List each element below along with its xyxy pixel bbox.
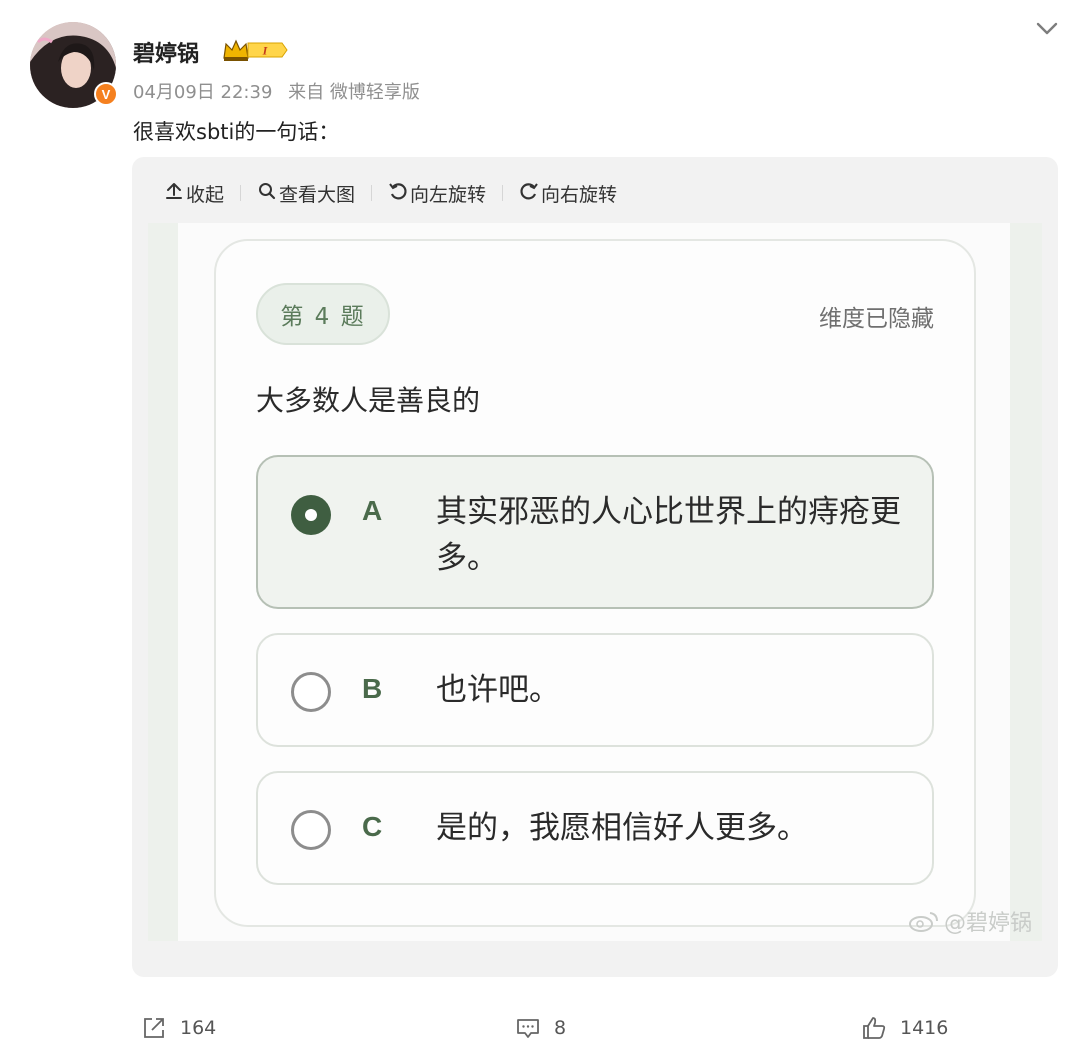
question-card: 第 4 题 维度已隐藏 大多数人是善良的 A 其实邪恶的人心比世界上的痔疮更多。…	[214, 239, 976, 927]
watermark: @碧婷锅	[908, 905, 1032, 937]
comment-count: 8	[554, 1017, 567, 1039]
crown-icon: I	[223, 39, 288, 61]
post-image[interactable]: 第 4 题 维度已隐藏 大多数人是善良的 A 其实邪恶的人心比世界上的痔疮更多。…	[148, 223, 1042, 941]
option-text: 是的，我愿相信好人更多。	[436, 810, 808, 846]
image-viewer: 收起 查看大图 向左旋转 向右旋转 第 4 题 维度已隐藏 大多数人是善良的 A…	[132, 157, 1058, 977]
quiz-screen: 第 4 题 维度已隐藏 大多数人是善良的 A 其实邪恶的人心比世界上的痔疮更多。…	[178, 223, 1010, 941]
post-timestamp[interactable]: 04月09日 22:39	[133, 82, 272, 103]
share-icon	[144, 1018, 164, 1038]
toolbar-divider	[502, 185, 504, 201]
rotate-right-button[interactable]: 向右旋转	[519, 180, 617, 207]
option-a[interactable]: A 其实邪恶的人心比世界上的痔疮更多。	[256, 455, 934, 609]
radio-unselected-icon	[291, 672, 331, 712]
rotate-left-label: 向左旋转	[410, 183, 487, 206]
thumbs-up-icon	[863, 1017, 886, 1039]
username[interactable]: 碧婷锅	[133, 36, 199, 68]
option-letter: C	[362, 811, 383, 842]
toolbar-divider	[371, 185, 373, 201]
option-text: 其实邪恶的人心比世界上的痔疮更多。	[436, 494, 901, 576]
radio-unselected-icon	[291, 810, 331, 850]
upload-arrow-icon	[164, 181, 184, 206]
rotate-left-button[interactable]: 向左旋转	[388, 180, 486, 207]
search-icon	[257, 181, 277, 206]
member-level-badge[interactable]: I	[222, 38, 288, 62]
post-text: 很喜欢sbti的一句话：	[133, 120, 340, 144]
option-c[interactable]: C 是的，我愿相信好人更多。	[256, 771, 934, 885]
option-text: 也许吧。	[436, 672, 560, 708]
question-text: 大多数人是善良的	[256, 384, 481, 417]
toolbar-divider	[240, 185, 242, 201]
avatar[interactable]: V	[30, 22, 118, 108]
collapse-button[interactable]: 收起	[164, 180, 224, 207]
option-letter: B	[362, 673, 383, 704]
comment-button[interactable]: 8	[514, 1014, 566, 1042]
rotate-right-label: 向右旋转	[541, 183, 618, 206]
comment-icon	[517, 1019, 539, 1038]
like-count: 1416	[900, 1017, 949, 1039]
share-count: 164	[180, 1017, 217, 1039]
dimension-hidden-label: 维度已隐藏	[819, 306, 934, 332]
rotate-right-icon	[519, 181, 539, 206]
verified-badge-icon: V	[94, 82, 118, 106]
share-button[interactable]: 164	[140, 1014, 216, 1042]
view-large-label: 查看大图	[279, 183, 356, 206]
rotate-left-icon	[388, 181, 408, 206]
post-meta: 04月09日 22:39 来自 微博轻享版	[133, 78, 430, 104]
chevron-down-icon[interactable]	[1032, 14, 1062, 44]
option-letter: A	[362, 495, 383, 526]
weibo-logo-icon	[908, 912, 938, 932]
radio-selected-icon	[291, 495, 331, 535]
like-button[interactable]: 1416	[860, 1014, 948, 1042]
watermark-text: @碧婷锅	[943, 911, 1032, 936]
option-b[interactable]: B 也许吧。	[256, 633, 934, 747]
question-number-pill: 第 4 题	[256, 283, 390, 345]
image-toolbar: 收起 查看大图 向左旋转 向右旋转	[164, 179, 617, 207]
post-source: 来自 微博轻享版	[288, 82, 420, 103]
view-large-button[interactable]: 查看大图	[257, 180, 355, 207]
collapse-label: 收起	[186, 183, 225, 206]
